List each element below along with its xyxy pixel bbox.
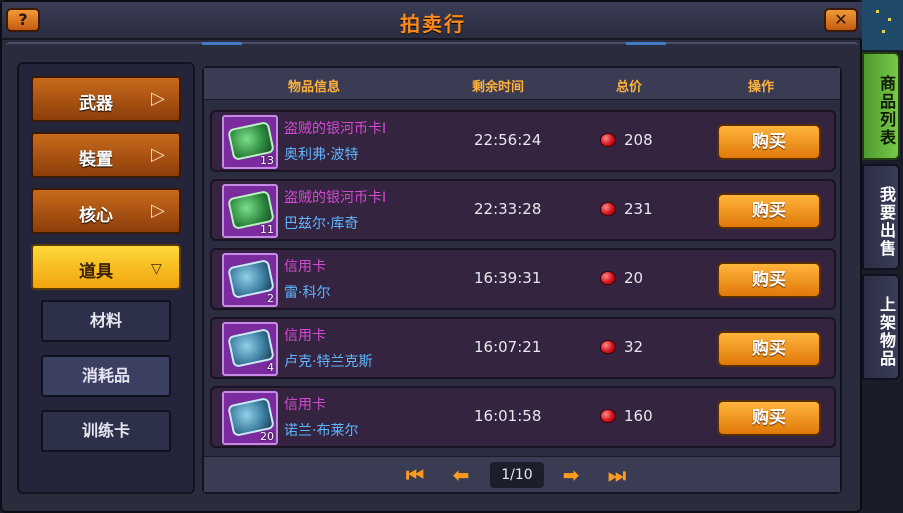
chevron-down-icon: ▽ (151, 261, 162, 277)
listing-row: 11 盗贼的银河币卡I 巴兹尔·库奇 22:33:28 231 购买 (210, 179, 836, 241)
title-bar: ? 拍卖行 ✕ (2, 2, 864, 40)
divider-accent-left (202, 42, 242, 45)
prev-page-icon[interactable]: ⬅ (444, 463, 478, 487)
seller-name: 奥利弗·波特 (284, 147, 359, 163)
first-page-icon[interactable]: ⏮ (398, 463, 432, 487)
background-dot (876, 10, 879, 13)
item-quantity: 20 (260, 430, 274, 443)
ruby-gem-icon (600, 202, 616, 216)
category-label: 武器 (79, 94, 113, 114)
ruby-gem-icon (600, 340, 616, 354)
price: 32 (624, 338, 644, 356)
buy-button[interactable]: 购买 (717, 262, 821, 298)
item-quantity: 2 (267, 292, 274, 305)
background-scene (862, 0, 903, 50)
listing-row: 13 盗贼的银河币卡I 奥利弗·波特 22:56:24 208 购买 (210, 110, 836, 172)
background-dot (888, 18, 891, 21)
price: 208 (624, 131, 653, 149)
ruby-gem-icon (600, 409, 616, 423)
listing-row: 4 信用卡 卢克·特兰克斯 16:07:21 32 购买 (210, 317, 836, 379)
background-dot (882, 30, 885, 33)
item-name: 信用卡 (284, 328, 326, 344)
time-left: 16:39:31 (474, 269, 542, 287)
category-core-button[interactable]: 核心 ▷ (31, 188, 181, 234)
buy-button[interactable]: 购买 (717, 193, 821, 229)
category-label: 核心 (79, 206, 113, 226)
category-label: 道具 (79, 262, 113, 282)
item-quantity: 4 (267, 361, 274, 374)
item-name: 信用卡 (284, 259, 326, 275)
seller-name: 雷·科尔 (284, 285, 331, 301)
tab-product-list[interactable]: 商品列表 (862, 52, 900, 160)
buy-button[interactable]: 购买 (717, 400, 821, 436)
seller-name: 巴兹尔·库奇 (284, 216, 359, 232)
header-action: 操作 (748, 80, 775, 95)
chevron-right-icon: ▷ (151, 200, 165, 221)
price: 20 (624, 269, 644, 287)
auction-window: ? 拍卖行 ✕ 武器 ▷ 裝置 ▷ 核心 ▷ 道具 ▽ 材料 消耗品 训练卡 物… (0, 0, 864, 513)
category-devices-button[interactable]: 裝置 ▷ (31, 132, 181, 178)
buy-button[interactable]: 购买 (717, 124, 821, 160)
item-icon: 13 (222, 115, 278, 169)
chevron-right-icon: ▷ (151, 88, 165, 109)
header-time-left: 剩余时间 (472, 80, 525, 95)
ruby-gem-icon (600, 271, 616, 285)
window-title: 拍卖行 (400, 12, 466, 36)
price: 231 (624, 200, 653, 218)
listing-panel: 物品信息 剩余时间 总价 操作 13 盗贼的银河币卡I 奥利弗·波特 22:56… (202, 66, 842, 494)
subcategory-materials-button[interactable]: 材料 (41, 300, 171, 342)
header-total-price: 总价 (616, 80, 643, 95)
subcategory-training-cards-button[interactable]: 训练卡 (41, 410, 171, 452)
price: 160 (624, 407, 653, 425)
next-page-icon[interactable]: ➡ (554, 463, 588, 487)
item-icon: 2 (222, 253, 278, 307)
time-left: 22:33:28 (474, 200, 542, 218)
item-icon: 4 (222, 322, 278, 376)
item-quantity: 13 (260, 154, 274, 167)
category-label: 裝置 (79, 150, 113, 170)
chevron-right-icon: ▷ (151, 144, 165, 165)
category-weapons-button[interactable]: 武器 ▷ (31, 76, 181, 122)
time-left: 22:56:24 (474, 131, 542, 149)
listing-row: 2 信用卡 雷·科尔 16:39:31 20 购买 (210, 248, 836, 310)
item-icon: 11 (222, 184, 278, 238)
item-name: 信用卡 (284, 397, 326, 413)
item-quantity: 11 (260, 223, 274, 236)
seller-name: 卢克·特兰克斯 (284, 354, 373, 370)
subcategory-consumables-button[interactable]: 消耗品 (41, 355, 171, 397)
table-header: 物品信息 剩余时间 总价 操作 (204, 68, 840, 100)
header-divider (6, 42, 858, 56)
time-left: 16:07:21 (474, 338, 542, 356)
last-page-icon[interactable]: ⏭ (600, 463, 634, 487)
tab-listed-items[interactable]: 上架物品 (862, 274, 900, 380)
pagination-bar: ⏮ ⬅ 1/10 ➡ ⏭ (204, 456, 840, 492)
tab-sell[interactable]: 我要出售 (862, 164, 900, 270)
seller-name: 诺兰·布莱尔 (284, 423, 359, 439)
time-left: 16:01:58 (474, 407, 542, 425)
ruby-gem-icon (600, 133, 616, 147)
category-items-button[interactable]: 道具 ▽ (31, 244, 181, 290)
page-indicator: 1/10 (490, 462, 544, 488)
divider-accent-right (626, 42, 666, 45)
item-name: 盗贼的银河币卡I (284, 121, 387, 137)
listing-row: 20 信用卡 诺兰·布莱尔 16:01:58 160 购买 (210, 386, 836, 448)
item-name: 盗贼的银河币卡I (284, 190, 387, 206)
close-button[interactable]: ✕ (824, 8, 858, 32)
buy-button[interactable]: 购买 (717, 331, 821, 367)
item-icon: 20 (222, 391, 278, 445)
header-item-info: 物品信息 (288, 80, 341, 95)
category-panel: 武器 ▷ 裝置 ▷ 核心 ▷ 道具 ▽ 材料 消耗品 训练卡 (17, 62, 195, 494)
